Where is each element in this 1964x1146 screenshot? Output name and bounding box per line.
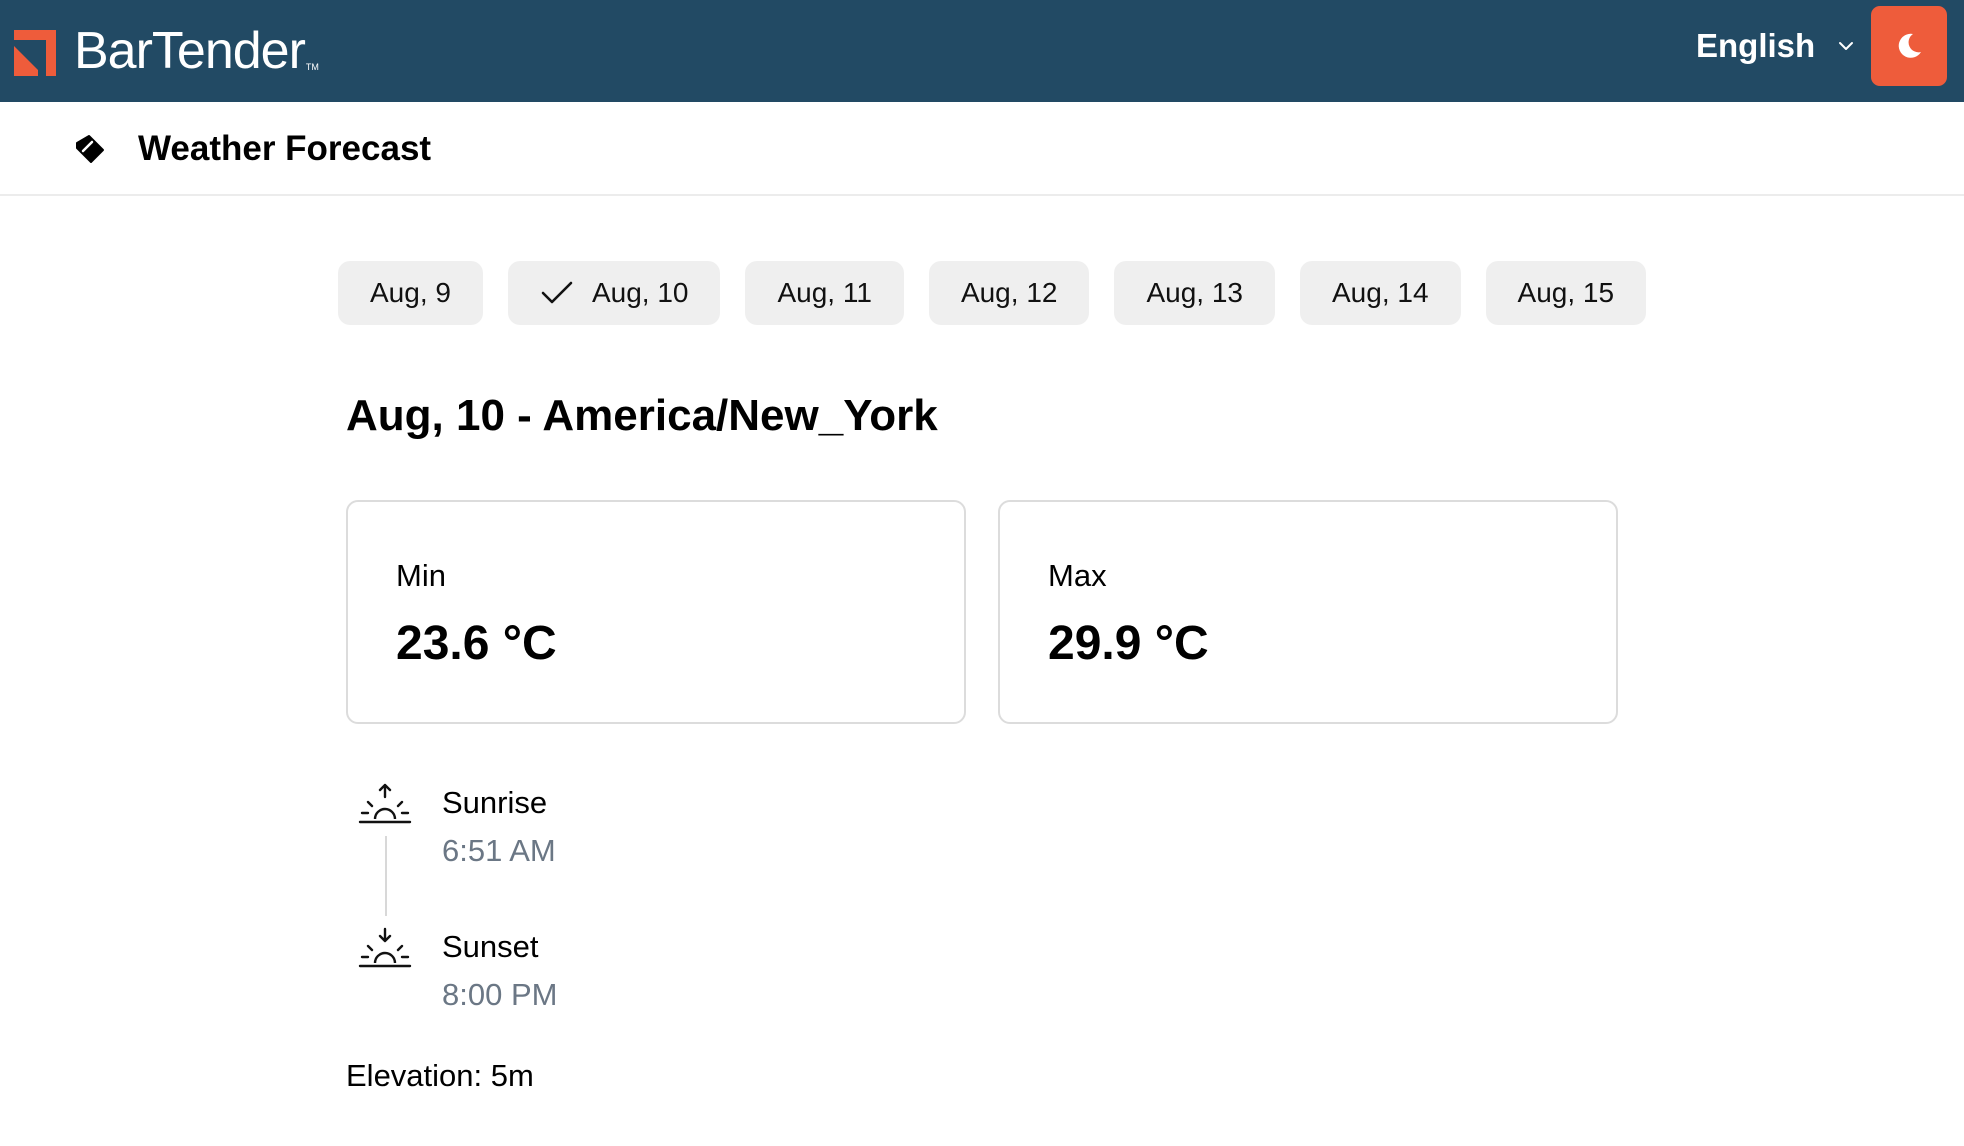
date-label: Aug, 13 xyxy=(1146,277,1243,308)
sunrise-label: Sunrise xyxy=(442,785,548,820)
max-label: Max xyxy=(1048,558,1107,593)
date-selector: Aug, 9 Aug, 10 Aug, 11 Aug, 12 Aug, 13 A… xyxy=(338,261,1647,325)
page-title: Weather Forecast xyxy=(138,129,432,168)
sunset-time: 8:00 PM xyxy=(442,977,558,1012)
date-label: Aug, 14 xyxy=(1332,277,1429,308)
sun-timeline-divider xyxy=(385,836,387,916)
language-label: English xyxy=(1696,27,1816,64)
date-label: Aug, 15 xyxy=(1517,277,1615,308)
sunset-icon xyxy=(358,927,412,968)
page-header: Weather Forecast xyxy=(0,102,1964,196)
brand-trademark: TM xyxy=(305,62,319,72)
date-button-aug-9[interactable]: Aug, 9 xyxy=(338,261,483,325)
moon-icon xyxy=(1898,33,1921,58)
elevation-text: Elevation: 5m xyxy=(346,1058,534,1093)
check-icon xyxy=(541,281,573,304)
date-button-aug-14[interactable]: Aug, 14 xyxy=(1300,261,1461,325)
theme-toggle-button[interactable] xyxy=(1871,6,1947,86)
date-label: Aug, 9 xyxy=(370,277,451,308)
max-temperature-card: Max 29.9 °C xyxy=(998,500,1618,724)
bartender-logo-icon xyxy=(14,30,56,76)
date-label: Aug, 12 xyxy=(960,277,1058,308)
brand-logo[interactable]: BarTender TM xyxy=(10,16,319,86)
sunrise-icon xyxy=(358,783,412,824)
date-button-aug-13[interactable]: Aug, 13 xyxy=(1114,261,1275,325)
date-button-aug-10[interactable]: Aug, 10 xyxy=(507,261,721,325)
date-label: Aug, 11 xyxy=(777,277,872,308)
min-temperature-card: Min 23.6 °C xyxy=(346,500,966,724)
max-value: 29.9 °C xyxy=(1048,617,1209,670)
date-button-aug-15[interactable]: Aug, 15 xyxy=(1485,261,1647,325)
chevron-down-icon xyxy=(1839,42,1854,50)
date-label: Aug, 10 xyxy=(591,277,689,308)
date-button-aug-12[interactable]: Aug, 12 xyxy=(928,261,1090,325)
tag-icon xyxy=(76,135,104,163)
forecast-heading: Aug, 10 - America/New_York xyxy=(346,391,938,440)
min-value: 23.6 °C xyxy=(396,617,557,670)
sunset-label: Sunset xyxy=(442,929,539,964)
language-selector[interactable]: English xyxy=(1696,26,1855,66)
brand-name: BarTender xyxy=(74,22,306,80)
sunrise-time: 6:51 AM xyxy=(442,833,556,868)
date-button-aug-11[interactable]: Aug, 11 xyxy=(745,261,904,325)
top-bar: BarTender TM English xyxy=(0,0,1964,102)
min-label: Min xyxy=(396,558,446,593)
